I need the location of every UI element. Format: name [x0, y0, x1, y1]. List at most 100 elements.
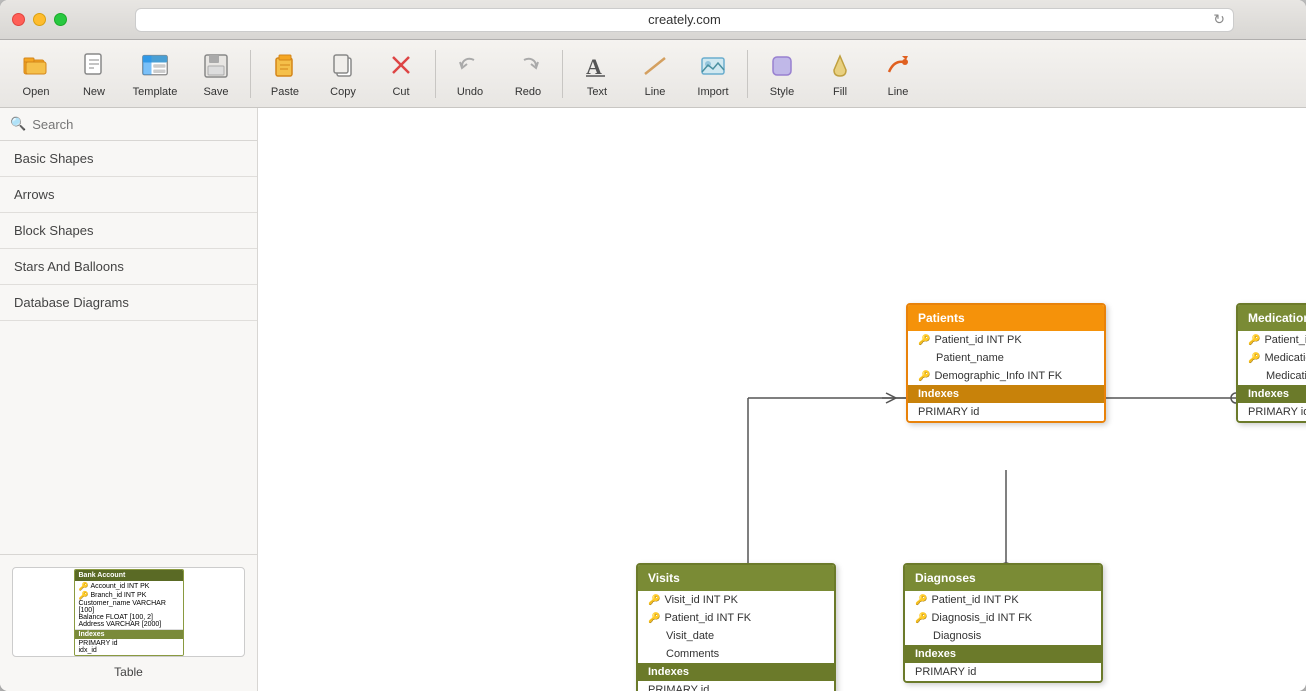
- diagnoses-body: 🔑 Patient_id INT PK 🔑 Diagnosis_id INT F…: [905, 591, 1101, 681]
- key-icon: 🔑: [915, 613, 927, 624]
- style-button[interactable]: Style: [754, 44, 810, 104]
- divider-1: [250, 50, 251, 98]
- line-button[interactable]: Line: [627, 44, 683, 104]
- sidebar-item-block-shapes[interactable]: Block Shapes: [0, 213, 257, 249]
- new-label: New: [83, 86, 105, 98]
- template-icon: [139, 50, 171, 82]
- save-button[interactable]: Save: [188, 44, 244, 104]
- table-row: Medication_name: [1238, 367, 1306, 385]
- search-icon: 🔍: [10, 116, 26, 132]
- style-icon: [766, 50, 798, 82]
- save-label: Save: [203, 86, 228, 98]
- patients-body: 🔑 Patient_id INT PK Patient_name 🔑 Demog…: [908, 331, 1104, 421]
- patients-table[interactable]: Patients 🔑 Patient_id INT PK Patient_nam…: [906, 303, 1106, 423]
- table-row: Comments: [638, 645, 834, 663]
- sidebar-item-database-diagrams[interactable]: Database Diagrams: [0, 285, 257, 321]
- sidebar-item-arrows[interactable]: Arrows: [0, 177, 257, 213]
- open-button[interactable]: Open: [8, 44, 64, 104]
- table-row: PRIMARY id: [908, 403, 1104, 421]
- search-input[interactable]: [32, 117, 247, 132]
- paste-button[interactable]: Paste: [257, 44, 313, 104]
- diagnoses-indexes-header: Indexes: [905, 645, 1101, 663]
- divider-4: [747, 50, 748, 98]
- refresh-icon[interactable]: ↻: [1213, 11, 1225, 28]
- new-icon: [78, 50, 110, 82]
- medication-indexes-header: Indexes: [1238, 385, 1306, 403]
- sidebar: 🔍 Basic Shapes Arrows Block Shapes Stars…: [0, 108, 258, 691]
- table-row: 🔑 Patient_id INT PK: [1238, 331, 1306, 349]
- medication-body: 🔑 Patient_id INT PK 🔑 Medication_id INT …: [1238, 331, 1306, 421]
- close-button[interactable]: [12, 13, 25, 26]
- url-text: creately.com: [648, 12, 721, 27]
- database-diagrams-label: Database Diagrams: [14, 295, 129, 310]
- cut-label: Cut: [392, 86, 409, 98]
- style-label: Style: [770, 86, 794, 98]
- text-label: Text: [587, 86, 607, 98]
- key-icon: 🔑: [918, 371, 930, 382]
- table-row: 🔑 Demographic_Info INT FK: [908, 367, 1104, 385]
- table-row: 🔑 Diagnosis_id INT FK: [905, 609, 1101, 627]
- fill-icon: [824, 50, 856, 82]
- search-box: 🔍: [0, 108, 257, 141]
- main-window: creately.com ↻ Open: [0, 0, 1306, 691]
- key-icon: 🔑: [1248, 335, 1260, 346]
- redo-icon: [512, 50, 544, 82]
- import-icon: [697, 50, 729, 82]
- cut-icon: [385, 50, 417, 82]
- divider-3: [562, 50, 563, 98]
- save-icon: [200, 50, 232, 82]
- medication-table[interactable]: Medication 🔑 Patient_id INT PK 🔑 Medicat…: [1236, 303, 1306, 423]
- template-label: Template: [133, 86, 178, 98]
- shape-thumbnail[interactable]: Bank Account 🔑Account_id INT PK 🔑Branch_…: [12, 567, 245, 657]
- table-row: 🔑 Medication_id INT FK: [1238, 349, 1306, 367]
- redo-label: Redo: [515, 86, 541, 98]
- visits-table[interactable]: Visits 🔑 Visit_id INT PK 🔑 Patient_id IN…: [636, 563, 836, 691]
- line-label: Line: [645, 86, 666, 98]
- draw-line-label: Line: [888, 86, 909, 98]
- import-label: Import: [697, 86, 728, 98]
- import-button[interactable]: Import: [685, 44, 741, 104]
- diagnoses-table[interactable]: Diagnoses 🔑 Patient_id INT PK 🔑 Diagnosi…: [903, 563, 1103, 683]
- divider-2: [435, 50, 436, 98]
- paste-label: Paste: [271, 86, 299, 98]
- copy-button[interactable]: Copy: [315, 44, 371, 104]
- new-button[interactable]: New: [66, 44, 122, 104]
- key-icon: 🔑: [1248, 353, 1260, 364]
- shape-label: Table: [12, 665, 245, 679]
- fill-button[interactable]: Fill: [812, 44, 868, 104]
- fill-label: Fill: [833, 86, 847, 98]
- open-icon: [20, 50, 52, 82]
- maximize-button[interactable]: [54, 13, 67, 26]
- open-label: Open: [23, 86, 50, 98]
- draw-line-icon: [882, 50, 914, 82]
- undo-icon: [454, 50, 486, 82]
- minimize-button[interactable]: [33, 13, 46, 26]
- table-row: Visit_date: [638, 627, 834, 645]
- visits-header: Visits: [638, 565, 834, 591]
- table-row: PRIMARY id: [638, 681, 834, 691]
- undo-button[interactable]: Undo: [442, 44, 498, 104]
- table-row: Diagnosis: [905, 627, 1101, 645]
- text-button[interactable]: A Text: [569, 44, 625, 104]
- arrows-label: Arrows: [14, 187, 54, 202]
- patients-header: Patients: [908, 305, 1104, 331]
- block-shapes-label: Block Shapes: [14, 223, 94, 238]
- table-row: 🔑 Patient_id INT FK: [638, 609, 834, 627]
- toolbar: Open New: [0, 40, 1306, 108]
- canvas[interactable]: Patients 🔑 Patient_id INT PK Patient_nam…: [258, 108, 1306, 691]
- table-row: PRIMARY id: [905, 663, 1101, 681]
- copy-label: Copy: [330, 86, 356, 98]
- sidebar-item-stars-and-balloons[interactable]: Stars And Balloons: [0, 249, 257, 285]
- visits-indexes-header: Indexes: [638, 663, 834, 681]
- draw-line-button[interactable]: Line: [870, 44, 926, 104]
- line-icon: [639, 50, 671, 82]
- redo-button[interactable]: Redo: [500, 44, 556, 104]
- sidebar-item-basic-shapes[interactable]: Basic Shapes: [0, 141, 257, 177]
- text-icon: A: [581, 50, 613, 82]
- patients-indexes-header: Indexes: [908, 385, 1104, 403]
- template-button[interactable]: Template: [124, 44, 186, 104]
- cut-button[interactable]: Cut: [373, 44, 429, 104]
- visits-body: 🔑 Visit_id INT PK 🔑 Patient_id INT FK Vi…: [638, 591, 834, 691]
- table-row: 🔑 Visit_id INT PK: [638, 591, 834, 609]
- url-bar[interactable]: creately.com ↻: [135, 8, 1234, 32]
